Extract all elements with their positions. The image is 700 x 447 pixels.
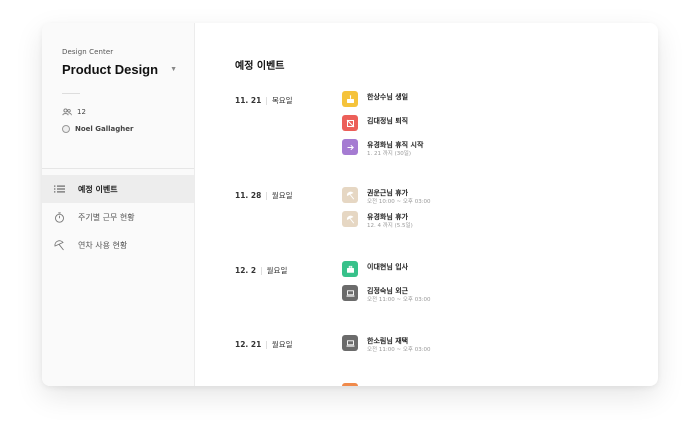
- sidebar-item-label: 예정 이벤트: [78, 184, 118, 194]
- event-title: 김대정님 퇴직: [367, 117, 409, 125]
- event-badge: [342, 187, 358, 203]
- cake-icon: [346, 94, 354, 103]
- event-item[interactable]: 한상수님 생일: [342, 91, 408, 107]
- list-icon: [54, 185, 65, 193]
- sidebar-item-upcoming-events[interactable]: 예정 이벤트: [42, 175, 194, 203]
- door-exit-icon: [346, 119, 354, 127]
- day-weekday: 월요일: [266, 266, 288, 275]
- event-detail: 오전 11:00 ~ 오후 03:00: [367, 347, 431, 353]
- day-date: 12. 2: [235, 266, 257, 275]
- event-badge: [342, 285, 358, 301]
- event-item[interactable]: 권운근님 휴가 오전 10:00 ~ 오후 03:00: [342, 187, 431, 206]
- day-weekday: 월요일: [271, 340, 293, 349]
- arrow-right-icon: [347, 144, 354, 150]
- event-badge: [342, 211, 358, 227]
- divider: [62, 93, 80, 94]
- day-date: 12. 21: [235, 340, 262, 349]
- briefcase-icon: [346, 265, 354, 273]
- event-item[interactable]: 유경화님 휴가 12. 4 까지 (5.5일): [342, 211, 413, 230]
- sidebar-nav: 예정 이벤트 주기별 근무 현황 연차 사용 현황: [42, 175, 194, 259]
- event-badge: [342, 335, 358, 351]
- sidebar-item-leave-usage[interactable]: 연차 사용 현황: [42, 231, 194, 259]
- event-title: 한소림님 재택: [367, 337, 409, 345]
- event-title: 이대현님 입사: [367, 263, 409, 271]
- laptop-icon: [346, 289, 354, 297]
- member-count: 12: [62, 108, 86, 116]
- day-label: 11. 28 | 월요일: [235, 191, 293, 200]
- owner-name: Noel Gallagher: [75, 125, 134, 133]
- chevron-down-icon: ▼: [170, 66, 178, 73]
- umbrella-icon: [54, 239, 64, 250]
- laptop-icon: [346, 339, 354, 347]
- event-item[interactable]: 이대현님 입사: [342, 261, 408, 277]
- event-item[interactable]: 김정숙님 외근 오전 11:00 ~ 오후 03:00: [342, 285, 431, 304]
- event-detail: 12. 4 까지 (5.5일): [367, 223, 413, 229]
- app-window: Design Center Product Design ▼ 12 Noel G…: [42, 23, 658, 386]
- event-badge: [342, 261, 358, 277]
- main-content: 예정 이벤트 11. 21 | 목요일 한상수님 생일 김대정님 퇴직 유경화님…: [195, 23, 658, 386]
- day-weekday: 목요일: [271, 96, 293, 105]
- event-item[interactable]: 한소림님 재택 오전 11:00 ~ 오후 03:00: [342, 335, 431, 354]
- event-title: 유경화님 휴직 시작: [367, 141, 424, 149]
- avatar: [62, 125, 70, 133]
- event-badge: [342, 139, 358, 155]
- stopwatch-icon: [55, 211, 64, 223]
- member-count-value: 12: [77, 108, 86, 116]
- team-switcher[interactable]: Product Design ▼: [62, 62, 177, 77]
- event-title: 권운근님 휴가: [367, 189, 409, 197]
- umbrella-icon: [346, 191, 354, 199]
- page-title: 예정 이벤트: [235, 57, 285, 73]
- event-detail: 오전 10:00 ~ 오후 03:00: [367, 199, 431, 205]
- event-title: 유경화님 휴가: [367, 213, 409, 221]
- team-owner: Noel Gallagher: [62, 125, 133, 133]
- day-label: 12. 2 | 월요일: [235, 266, 288, 275]
- umbrella-icon: [346, 215, 354, 223]
- day-date: 11. 28: [235, 191, 262, 200]
- team-subtitle: Design Center: [62, 48, 114, 56]
- page-title-text: 예정 이벤트: [235, 61, 285, 72]
- event-badge: [342, 115, 358, 131]
- event-title: 김정숙님 외근: [367, 287, 409, 295]
- team-title: Product Design: [62, 62, 159, 77]
- event-title: 한상수님 생일: [367, 93, 409, 101]
- event-badge-partial: [342, 383, 358, 386]
- divider: [42, 168, 194, 169]
- sidebar-item-label: 연차 사용 현황: [78, 240, 128, 250]
- day-weekday: 월요일: [271, 191, 293, 200]
- event-item[interactable]: 유경화님 휴직 시작 1. 21 까지 (30일): [342, 139, 423, 158]
- day-date: 11. 21: [235, 96, 262, 105]
- day-label: 11. 21 | 목요일: [235, 96, 293, 105]
- event-detail: 오전 11:00 ~ 오후 03:00: [367, 297, 431, 303]
- event-item[interactable]: 김대정님 퇴직: [342, 115, 408, 131]
- sidebar: Design Center Product Design ▼ 12 Noel G…: [42, 23, 195, 386]
- sidebar-item-label: 주기별 근무 현황: [78, 212, 135, 222]
- day-label: 12. 21 | 월요일: [235, 340, 293, 349]
- event-badge: [342, 91, 358, 107]
- event-detail: 1. 21 까지 (30일): [367, 151, 411, 157]
- sidebar-item-periodic-work[interactable]: 주기별 근무 현황: [42, 203, 194, 231]
- users-icon: [62, 108, 72, 116]
